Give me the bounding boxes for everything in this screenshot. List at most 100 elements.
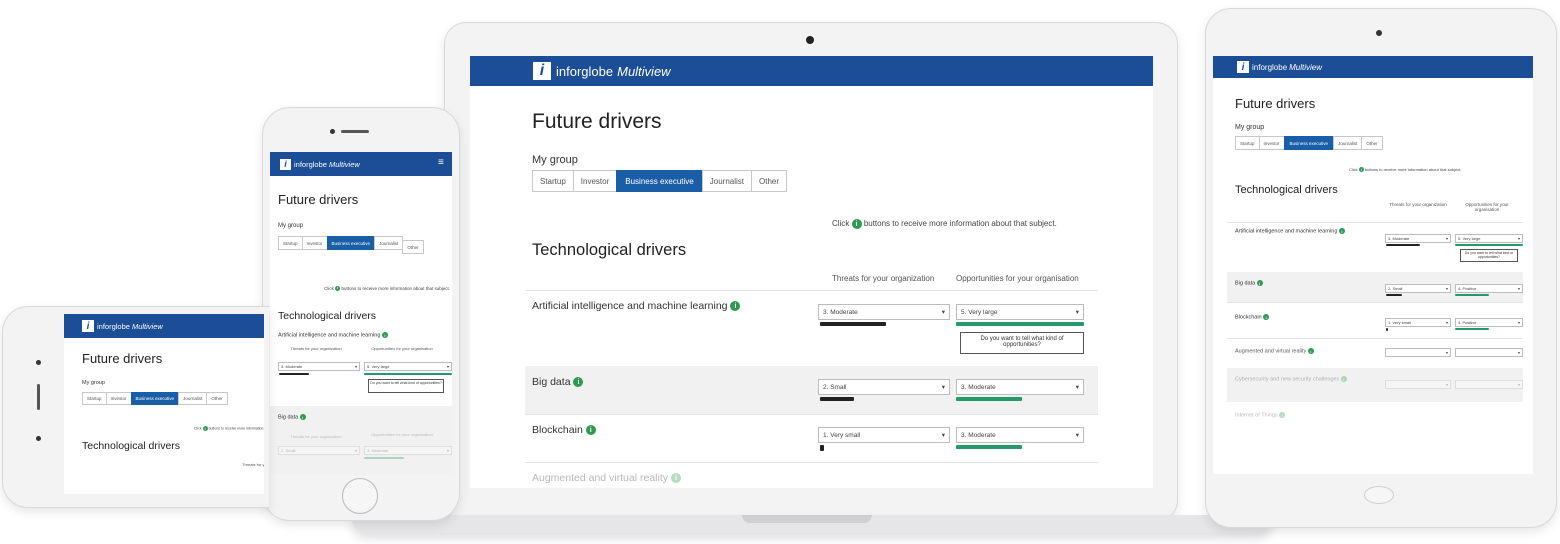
column-threats-header: Threats for your organization bbox=[290, 346, 342, 351]
group-label: My group bbox=[278, 223, 304, 229]
group-business-executive-button[interactable]: Business executive bbox=[130, 392, 180, 405]
info-circle-icon[interactable]: i bbox=[585, 425, 596, 436]
brand-logo-icon: i bbox=[1237, 61, 1249, 73]
threat-select-ai[interactable]: 3. Moderate ▾ bbox=[818, 304, 950, 320]
threat-select-big-data[interactable]: 2. Small ▾ bbox=[1385, 284, 1451, 293]
row-label-big-data: Big data i bbox=[532, 376, 584, 388]
opportunity-level-bar-big-data bbox=[956, 397, 1022, 401]
phone-portrait-home-button[interactable] bbox=[342, 478, 378, 514]
info-circle-icon[interactable]: i bbox=[381, 332, 388, 338]
section-title: Technological drivers bbox=[82, 440, 181, 452]
group-journalist-button[interactable]: Journalist bbox=[1333, 136, 1363, 150]
info-circle-icon: i bbox=[1358, 167, 1364, 173]
page-title: Future drivers bbox=[278, 192, 359, 207]
row-label-ai: Artificial intelligence and machine lear… bbox=[532, 300, 741, 312]
group-startup-button[interactable]: Startup bbox=[532, 170, 574, 192]
group-startup-button[interactable]: Startup bbox=[82, 392, 107, 405]
info-circle-icon[interactable]: i bbox=[299, 414, 306, 420]
info-circle-icon[interactable]: i bbox=[1263, 314, 1270, 320]
info-circle-icon[interactable]: i bbox=[1256, 280, 1263, 286]
threat-select-big-data[interactable]: 2. Small ▾ bbox=[278, 446, 360, 455]
info-hint: Click i buttons to receive more informat… bbox=[194, 426, 264, 431]
group-other-button[interactable]: Other bbox=[206, 392, 228, 405]
group-business-executive-button[interactable]: Business executive bbox=[1283, 136, 1335, 150]
opportunity-select-cybersecurity[interactable]: ▾ bbox=[1455, 380, 1523, 389]
opportunity-level-bar-blockchain bbox=[1455, 328, 1489, 330]
app-header: i inforglobe Multiview ≡ bbox=[270, 152, 452, 176]
opportunity-level-bar-big-data bbox=[364, 457, 404, 459]
group-other-button[interactable]: Other bbox=[751, 170, 788, 192]
opportunity-select-ai[interactable]: 5. Very large ▾ bbox=[1455, 234, 1523, 243]
threat-select-blockchain[interactable]: 1. Very small ▾ bbox=[1385, 318, 1451, 327]
row-divider bbox=[1227, 338, 1523, 339]
group-startup-button[interactable]: Startup bbox=[278, 236, 303, 250]
opportunity-select-big-data[interactable]: 3. Moderate ▾ bbox=[956, 379, 1084, 395]
row-label-big-data: Big data i bbox=[1235, 280, 1263, 286]
threat-select-ai[interactable]: 3. Moderate ▾ bbox=[278, 362, 360, 371]
app-header: i inforglobe Multiview bbox=[64, 314, 264, 338]
threat-select-big-data[interactable]: 2. Small ▾ bbox=[818, 379, 950, 395]
group-investor-button[interactable]: Investor bbox=[105, 392, 132, 405]
dropdown-caret-icon: ▾ bbox=[1445, 236, 1448, 241]
group-other-button[interactable]: Other bbox=[402, 240, 424, 254]
dropdown-caret-icon: ▾ bbox=[1517, 320, 1520, 325]
dropdown-caret-icon: ▾ bbox=[354, 448, 357, 453]
group-investor-button[interactable]: Investor bbox=[301, 236, 328, 250]
product-name: Multiview bbox=[328, 159, 360, 169]
group-investor-button[interactable]: Investor bbox=[1258, 136, 1285, 150]
threat-level-bar-big-data bbox=[820, 397, 854, 401]
info-circle-icon[interactable]: i bbox=[573, 377, 584, 388]
row-divider bbox=[525, 290, 1098, 291]
dropdown-caret-icon: ▾ bbox=[1075, 384, 1079, 391]
opportunity-select-ai[interactable]: 5. Very large ▾ bbox=[364, 362, 452, 371]
opportunity-select-ai[interactable]: 5. Very large ▾ bbox=[956, 304, 1084, 320]
dropdown-caret-icon: ▾ bbox=[1517, 350, 1520, 355]
info-circle-icon[interactable]: i bbox=[1279, 412, 1286, 418]
group-business-executive-button[interactable]: Business executive bbox=[616, 170, 703, 192]
hamburger-menu-icon[interactable]: ≡ bbox=[438, 158, 448, 168]
info-circle-icon: i bbox=[335, 286, 341, 292]
opportunity-select-augmented[interactable]: ▾ bbox=[1455, 348, 1523, 357]
tablet-home-button[interactable] bbox=[1364, 486, 1394, 504]
opportunity-select-blockchain[interactable]: 3. Moderate ▾ bbox=[956, 427, 1084, 443]
app-header: i inforglobe Multiview bbox=[1213, 56, 1533, 78]
row-label-cybersecurity: Cybersecurity and new security challenge… bbox=[1235, 376, 1385, 382]
group-journalist-button[interactable]: Journalist bbox=[178, 392, 208, 405]
column-threats-header: Threats for your organization bbox=[290, 434, 342, 439]
tablet-camera bbox=[1376, 30, 1382, 36]
phone-portrait-camera bbox=[330, 129, 335, 134]
group-business-executive-button[interactable]: Business executive bbox=[326, 236, 376, 250]
opportunity-level-bar-ai bbox=[1455, 244, 1523, 246]
dropdown-caret-icon: ▾ bbox=[941, 309, 945, 316]
threat-select-blockchain[interactable]: 1. Very small ▾ bbox=[818, 427, 950, 443]
info-circle-icon[interactable]: i bbox=[1340, 376, 1347, 382]
group-journalist-button[interactable]: Journalist bbox=[374, 236, 404, 250]
threat-select-ai[interactable]: 3. Moderate ▾ bbox=[1385, 234, 1451, 243]
group-startup-button[interactable]: Startup bbox=[1235, 136, 1260, 150]
opportunity-select-big-data[interactable]: 3. Moderate ▾ bbox=[364, 446, 452, 455]
group-other-button[interactable]: Other bbox=[1361, 136, 1383, 150]
opportunity-select-big-data[interactable]: 4. Positive ▾ bbox=[1455, 284, 1523, 293]
threat-select-augmented[interactable]: ▾ bbox=[1385, 348, 1451, 357]
opportunity-tooltip: Do you want to tell what kind of opportu… bbox=[1460, 249, 1518, 262]
row-divider bbox=[525, 462, 1098, 463]
threat-select-cybersecurity[interactable]: ▾ bbox=[1385, 380, 1451, 389]
info-circle-icon[interactable]: i bbox=[730, 301, 741, 312]
dropdown-caret-icon: ▾ bbox=[941, 384, 945, 391]
column-threats-header: Threats for your organization bbox=[242, 462, 264, 467]
group-investor-button[interactable]: Investor bbox=[572, 170, 618, 192]
group-journalist-button[interactable]: Journalist bbox=[701, 170, 752, 192]
brand-logo-icon: i bbox=[82, 320, 94, 332]
opportunity-select-blockchain[interactable]: 4. Positive ▾ bbox=[1455, 318, 1523, 327]
page-title: Future drivers bbox=[82, 351, 163, 366]
opportunity-level-bar-ai bbox=[956, 322, 1084, 326]
dropdown-caret-icon: ▾ bbox=[1517, 286, 1520, 291]
info-circle-icon[interactable]: i bbox=[1338, 228, 1345, 234]
group-selector: Startup Investor Business executive Jour… bbox=[278, 236, 450, 254]
row-label-ai: Artificial intelligence and machine lear… bbox=[1235, 228, 1385, 234]
group-label: My group bbox=[532, 154, 578, 166]
info-circle-icon[interactable]: i bbox=[1307, 348, 1314, 354]
hint-prefix: Click bbox=[832, 219, 850, 229]
brand-name: inforglobe bbox=[294, 159, 327, 169]
info-circle-icon[interactable]: i bbox=[670, 473, 681, 484]
